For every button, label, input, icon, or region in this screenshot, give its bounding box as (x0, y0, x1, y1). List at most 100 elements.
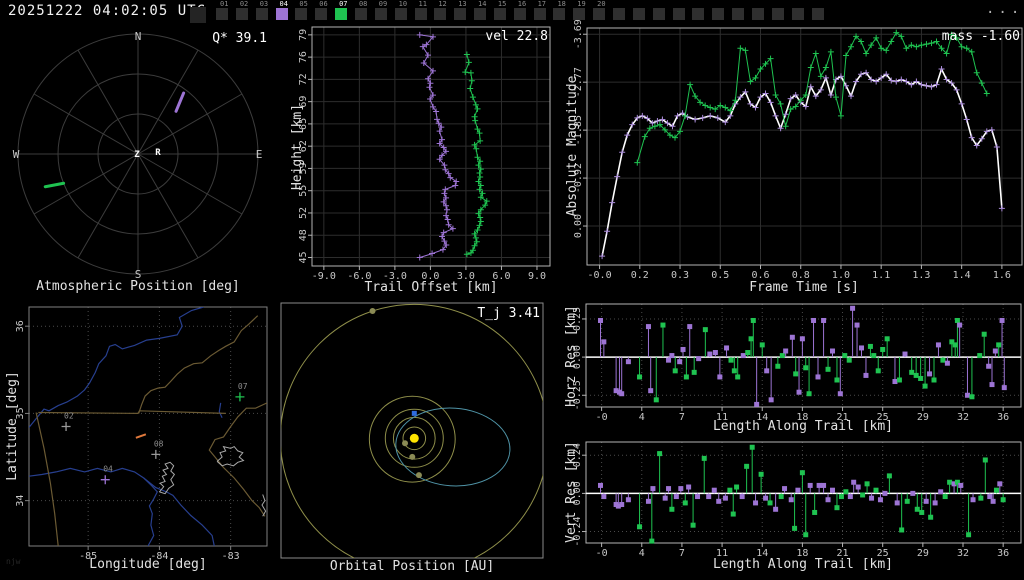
overflow-menu[interactable]: ... (986, 1, 1023, 17)
station-square[interactable] (732, 8, 745, 20)
toolbar-item-05[interactable]: 05 (295, 0, 315, 24)
svg-text:52: 52 (298, 207, 309, 219)
toolbar-item-03[interactable]: 03 (255, 0, 276, 24)
station-square[interactable] (493, 8, 506, 20)
toolbar-item-blank-26[interactable] (712, 0, 732, 24)
toolbar-item-02[interactable]: 02 (235, 0, 256, 24)
toolbar-item-blank-0[interactable] (190, 0, 211, 24)
toolbar-item-blank-29[interactable] (771, 0, 792, 24)
station-square[interactable] (216, 8, 228, 20)
svg-text:7: 7 (679, 412, 685, 423)
toolbar-item-16[interactable]: 16 (513, 0, 534, 24)
toolbar-item-09[interactable]: 09 (374, 0, 395, 24)
station-square[interactable] (751, 8, 764, 20)
toolbar-item-13[interactable]: 13 (454, 0, 474, 24)
toolbar-item-08[interactable]: 08 (354, 0, 375, 24)
station-square[interactable] (811, 8, 824, 20)
toolbar-item-14[interactable]: 14 (474, 0, 494, 24)
svg-text:36: 36 (997, 412, 1009, 423)
toolbar-item-04[interactable]: 04 (275, 0, 296, 24)
toolbar-item-blank-28[interactable] (751, 0, 772, 24)
station-square[interactable] (692, 8, 705, 20)
station-number: 14 (478, 0, 487, 8)
station-number: 03 (259, 0, 269, 8)
toolbar-item-19[interactable]: 19 (573, 0, 593, 24)
horz-res-xlabel: Length Along Trail [km] (713, 419, 893, 434)
toolbar-item-01[interactable]: 01 (216, 0, 236, 24)
toolbar-item-blank-21[interactable] (613, 0, 633, 24)
map-ylabel: Latitude [deg] (5, 371, 20, 481)
svg-text:76: 76 (298, 51, 309, 63)
meteoroid-orbit (395, 407, 511, 487)
station-square[interactable] (613, 8, 625, 20)
toolbar-item-07[interactable]: 07 (335, 0, 355, 24)
station-square[interactable] (454, 8, 467, 20)
earth-marker (411, 410, 417, 416)
station-square[interactable] (791, 8, 804, 20)
svg-text:0.3: 0.3 (671, 270, 689, 281)
toolbar-item-blank-22[interactable] (632, 0, 653, 24)
svg-text:7: 7 (679, 548, 685, 559)
station-square[interactable] (354, 8, 367, 20)
station-square[interactable] (672, 8, 685, 20)
station-square[interactable] (255, 8, 268, 20)
station-square[interactable] (652, 8, 665, 20)
station-square[interactable] (275, 8, 288, 20)
toolbar-item-blank-23[interactable] (652, 0, 673, 24)
toolbar-item-06[interactable]: 06 (315, 0, 335, 24)
svg-text:-0: -0 (596, 548, 608, 559)
toolbar-item-10[interactable]: 10 (394, 0, 415, 24)
lightcurve-ylabel: Absolute Magnitude (565, 75, 580, 216)
station-number: 06 (319, 0, 328, 8)
svg-text:29: 29 (917, 412, 929, 423)
station-square[interactable] (394, 8, 407, 20)
polar-caption: Atmospheric Position [deg] (36, 279, 240, 294)
station-number: 18 (557, 0, 566, 8)
toolbar-item-blank-24[interactable] (672, 0, 693, 24)
station-number: 20 (597, 0, 606, 8)
toolbar-item-12[interactable]: 12 (434, 0, 454, 24)
station-square[interactable] (553, 8, 566, 20)
svg-text:48: 48 (298, 229, 309, 241)
station-square[interactable] (474, 8, 487, 20)
station-number: 17 (537, 0, 547, 8)
compass-s: S (135, 268, 142, 281)
compass-n: N (135, 30, 142, 43)
station-square[interactable] (190, 7, 206, 23)
station-square[interactable] (414, 8, 427, 20)
toolbar-item-17[interactable]: 17 (533, 0, 554, 24)
toolbar-item-15[interactable]: 15 (493, 0, 514, 24)
light-curve-chart: -0.0 0.2 0.3 0.5 0.6 0.8 1.0 1.1 1.3 1.4 1.60.00-0… (573, 19, 1023, 281)
horizontal-residuals-chart: -0 4 7 11 14 18 21 25 29 32 360.250.00-0.25 (572, 303, 1022, 423)
svg-text:36: 36 (997, 548, 1009, 559)
station-square[interactable] (434, 8, 447, 20)
orbital-position-chart (280, 302, 544, 559)
svg-text:02: 02 (64, 412, 74, 421)
toolbar-item-blank-30[interactable] (791, 0, 812, 24)
toolbar-item-20[interactable]: 20 (593, 0, 613, 24)
toolbar-item-18[interactable]: 18 (553, 0, 573, 24)
station-square[interactable] (335, 8, 348, 20)
station-number: 13 (458, 0, 467, 8)
station-square[interactable] (315, 8, 328, 20)
toolbar-item-blank-25[interactable] (692, 0, 712, 24)
station-square[interactable] (771, 8, 784, 20)
map-xlabel: Longitude [deg] (89, 557, 206, 572)
toolbar-item-blank-27[interactable] (732, 0, 752, 24)
station-square[interactable] (593, 8, 606, 20)
toolbar-item-11[interactable]: 11 (414, 0, 435, 24)
svg-text:0.5: 0.5 (711, 270, 729, 281)
station-number: 02 (239, 0, 249, 8)
track-station-04 (174, 91, 186, 113)
station-square[interactable] (573, 8, 586, 20)
station-square[interactable] (712, 8, 725, 20)
toolbar-item-blank-31[interactable] (811, 0, 832, 24)
station-square[interactable] (295, 8, 308, 20)
station-square[interactable] (374, 8, 387, 20)
station-square[interactable] (513, 8, 526, 20)
station-square[interactable] (533, 8, 546, 20)
station-square[interactable] (235, 8, 248, 20)
svg-text:1.4: 1.4 (953, 270, 971, 281)
station-square[interactable] (632, 8, 645, 20)
svg-text:07: 07 (238, 382, 248, 391)
